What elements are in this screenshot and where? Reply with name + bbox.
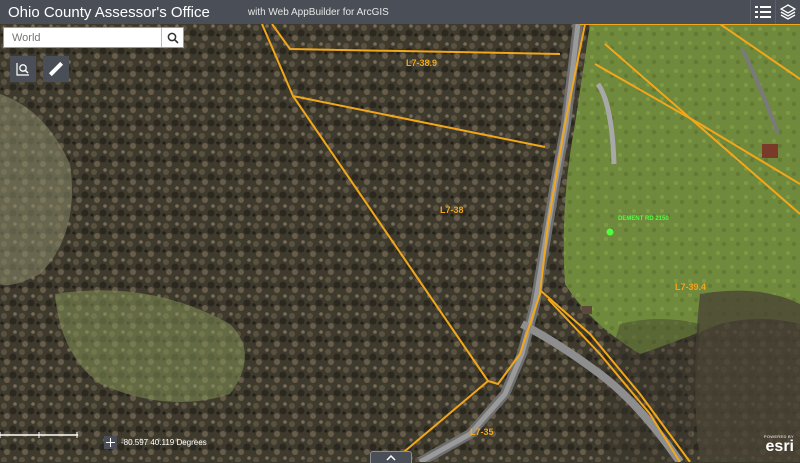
crosshair-icon[interactable] [104,435,117,449]
layer-list-button[interactable] [750,0,775,24]
app-subtitle: with Web AppBuilder for ArcGIS [247,6,389,18]
chevron-up-icon [386,454,396,461]
esri-logo: POWERED BY esri [764,434,794,455]
search-widget [3,27,184,48]
zoom-to-parcel-button[interactable] [10,56,36,82]
parcel-label[interactable]: L7-38 [440,205,464,215]
zoom-to-parcel-icon [16,63,29,76]
parcel-label[interactable]: L7-35 [470,427,494,437]
search-button[interactable] [161,28,183,47]
search-input[interactable] [4,28,162,47]
basemap-layers-button[interactable] [775,0,800,24]
search-icon [167,32,179,44]
esri-brand: esri [765,438,794,455]
parcel-label[interactable]: L7-39.4 [675,282,706,292]
app-header: Ohio County Assessor's Office with Web A… [0,0,800,24]
address-label: DEMENT RD 2150 [618,216,669,222]
aerial-imagery [0,24,800,462]
header-toolbar [750,0,800,24]
measure-ruler-icon [48,61,64,77]
panel-expand-button[interactable] [370,451,412,463]
map-view[interactable]: L7-38.9 L7-38 L7-39.4 L7-35 DEMENT RD 21… [0,24,800,462]
layer-list-icon [755,6,771,18]
basemap-layers-icon [780,4,796,20]
parcel-label[interactable]: L7-38.9 [406,58,437,68]
measure-button[interactable] [43,56,69,82]
coordinate-text: -80.597 40.119 Degrees [121,437,207,447]
coordinate-readout: -80.597 40.119 Degrees [104,435,207,449]
scale-bar [0,432,78,438]
address-point-marker[interactable] [606,228,614,236]
app-title: Ohio County Assessor's Office [8,3,210,21]
